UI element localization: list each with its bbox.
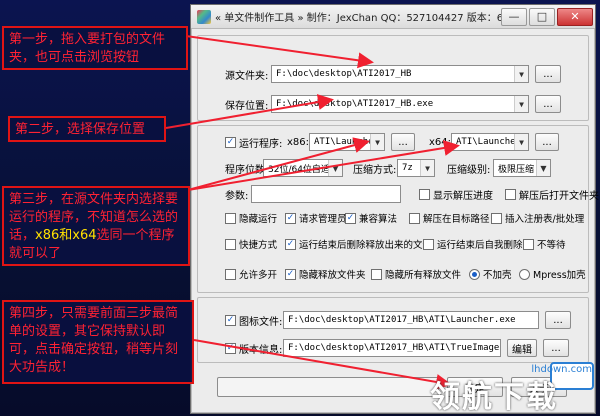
window-title: « 单文件制作工具 » 制作：JexChan QQ：527104427 版本：6…	[215, 13, 501, 24]
release-target-label: 解压在目标路径	[423, 214, 490, 225]
note-step4-text: 第四步，只需要前面三步最简单的设置，其它保持默认即可，点击确定按钮，稍等片刻大功…	[9, 306, 179, 375]
version-info-checkbox[interactable]: ✓	[225, 342, 236, 354]
note-step1-text: 第一步，拖入要打包的文件夹，也可点击浏览按钮	[9, 32, 166, 65]
compat-algo-label: 兼容算法	[359, 214, 398, 225]
no-shell-radio[interactable]	[469, 268, 480, 280]
no-wait-checkbox[interactable]	[523, 238, 534, 250]
hide-all-release-label: 隐藏所有释放文件	[385, 270, 462, 281]
compress-level-label: 压缩级别:	[447, 164, 491, 176]
icon-file-input[interactable]: F:\doc\desktop\ATI2017_HB\ATI\Launcher.e…	[283, 311, 539, 329]
open-after-checkbox[interactable]	[505, 188, 516, 200]
compat-algo-checkbox[interactable]: ✓	[345, 212, 356, 224]
version-info-input[interactable]: F:\doc\desktop\ATI2017_HB\ATI\TrueImage.…	[283, 339, 501, 357]
bits-label: 程序位数:	[225, 164, 269, 176]
icon-file-value: F:\doc\desktop\ATI2017_HB\ATI\Launcher.e…	[288, 315, 516, 325]
save-label: 保存位置:	[225, 100, 269, 112]
source-label: 源文件夹:	[225, 70, 269, 82]
open-after-label: 解压后打开文件夹	[519, 190, 599, 202]
bits-select[interactable]: 32位/64位自适应 ▼	[263, 159, 343, 177]
compress-method-label: 压缩方式:	[353, 164, 397, 176]
save-location-value: F:\doc\desktop\ATI2017_HB.exe	[276, 99, 434, 109]
close-button[interactable]: ✕	[557, 7, 593, 26]
plugin-reg-label: 插入注册表/批处理	[505, 214, 585, 225]
delete-after-exit-checkbox[interactable]: ✓	[285, 238, 296, 250]
version-edit-button[interactable]: 编辑	[507, 339, 537, 357]
dropdown-arrow-icon[interactable]: ▼	[514, 66, 528, 82]
note-step2: 第二步，选择保存位置	[8, 116, 166, 142]
dropdown-arrow-icon[interactable]: ▼	[514, 96, 528, 112]
watermark-text: 领航下载	[430, 380, 558, 415]
version-browse-button[interactable]: ...	[543, 339, 569, 357]
note-step2-text: 第二步，选择保存位置	[15, 122, 146, 137]
release-target-checkbox[interactable]	[409, 212, 420, 224]
note-step4: 第四步，只需要前面三步最简单的设置，其它保持默认即可，点击确定按钮，稍等片刻大功…	[2, 300, 194, 384]
allow-multi-checkbox[interactable]	[225, 268, 236, 280]
source-folder-input[interactable]: F:\doc\desktop\ATI2017_HB ▼	[271, 65, 529, 83]
source-folder-value: F:\doc\desktop\ATI2017_HB	[276, 69, 412, 79]
note-step1: 第一步，拖入要打包的文件夹，也可点击浏览按钮	[2, 26, 188, 70]
x86-program-select[interactable]: ATI\Launcher.ex ▼	[309, 133, 385, 151]
compress-method-value: 7z	[402, 163, 413, 173]
icon-file-label: 图标文件:	[239, 316, 283, 328]
note-step3-text-b: x86和x64	[35, 228, 97, 243]
dropdown-arrow-icon[interactable]: ▼	[328, 160, 342, 176]
hide-run-checkbox[interactable]	[225, 212, 236, 224]
app-icon	[197, 9, 211, 24]
icon-browse-button[interactable]: ...	[545, 311, 571, 329]
version-info-label: 版本信息:	[239, 344, 283, 356]
hide-release-folder-checkbox[interactable]: ✓	[285, 268, 296, 280]
progress-bar	[217, 377, 439, 397]
hide-run-label: 隐藏运行	[239, 214, 278, 225]
hide-release-folder-label: 隐藏释放文件夹	[299, 270, 366, 281]
source-browse-button[interactable]: ...	[535, 65, 561, 83]
x64-label: x64:	[429, 136, 452, 148]
title-bar: « 单文件制作工具 » 制作：JexChan QQ：527104427 版本：6…	[191, 5, 595, 29]
no-wait-label: 不等待	[537, 240, 566, 251]
self-delete-checkbox[interactable]	[423, 238, 434, 250]
shortcut-label: 快捷方式	[239, 240, 278, 251]
dropdown-arrow-icon[interactable]: ▼	[536, 160, 550, 176]
note-step3: 第三步，在源文件夹内选择要运行的程序，不知道怎么选的话，x86和x64选同一个程…	[2, 186, 190, 266]
show-progress-checkbox[interactable]	[419, 188, 430, 200]
x86-label: x86:	[287, 136, 310, 148]
request-admin-label: 请求管理员	[299, 214, 347, 225]
dropdown-arrow-icon[interactable]: ▼	[514, 134, 528, 150]
hide-all-release-checkbox[interactable]	[371, 268, 382, 280]
show-progress-label: 显示解压进度	[433, 190, 493, 202]
x64-browse-button[interactable]: ...	[535, 133, 559, 151]
compress-level-value: 极限压缩	[498, 164, 535, 175]
save-location-input[interactable]: F:\doc\desktop\ATI2017_HB.exe ▼	[271, 95, 529, 113]
mpress-shell-radio[interactable]	[519, 268, 530, 280]
params-label: 参数:	[225, 190, 249, 202]
run-program-label: 运行程序:	[239, 138, 283, 150]
self-delete-label: 运行结束后自我删除	[437, 240, 523, 251]
run-program-checkbox[interactable]: ✓	[225, 136, 236, 148]
mpress-shell-label: Mpress加壳	[533, 270, 586, 281]
compress-level-select[interactable]: 极限压缩 ▼	[493, 159, 551, 177]
x64-program-select[interactable]: ATI\Launcher.ex ▼	[451, 133, 529, 151]
request-admin-checkbox[interactable]: ✓	[285, 212, 296, 224]
x86-browse-button[interactable]: ...	[391, 133, 415, 151]
plugin-reg-checkbox[interactable]	[491, 212, 502, 224]
minimize-button[interactable]: —	[501, 7, 527, 26]
delete-after-exit-label: 运行结束后删除释放出来的文件	[299, 240, 433, 251]
shortcut-checkbox[interactable]	[225, 238, 236, 250]
no-shell-label: 不加壳	[483, 270, 512, 281]
dropdown-arrow-icon[interactable]: ▼	[370, 134, 384, 150]
app-window: « 单文件制作工具 » 制作：JexChan QQ：527104427 版本：6…	[190, 4, 599, 414]
dropdown-arrow-icon[interactable]: ▼	[420, 160, 434, 176]
maximize-button[interactable]: □	[529, 7, 555, 26]
version-info-value: F:\doc\desktop\ATI2017_HB\ATI\TrueImage.…	[288, 343, 501, 353]
compress-method-select[interactable]: 7z ▼	[397, 159, 435, 177]
save-browse-button[interactable]: ...	[535, 95, 561, 113]
icon-file-checkbox[interactable]: ✓	[225, 314, 236, 326]
allow-multi-label: 允许多开	[239, 270, 278, 281]
params-input[interactable]	[251, 185, 401, 203]
